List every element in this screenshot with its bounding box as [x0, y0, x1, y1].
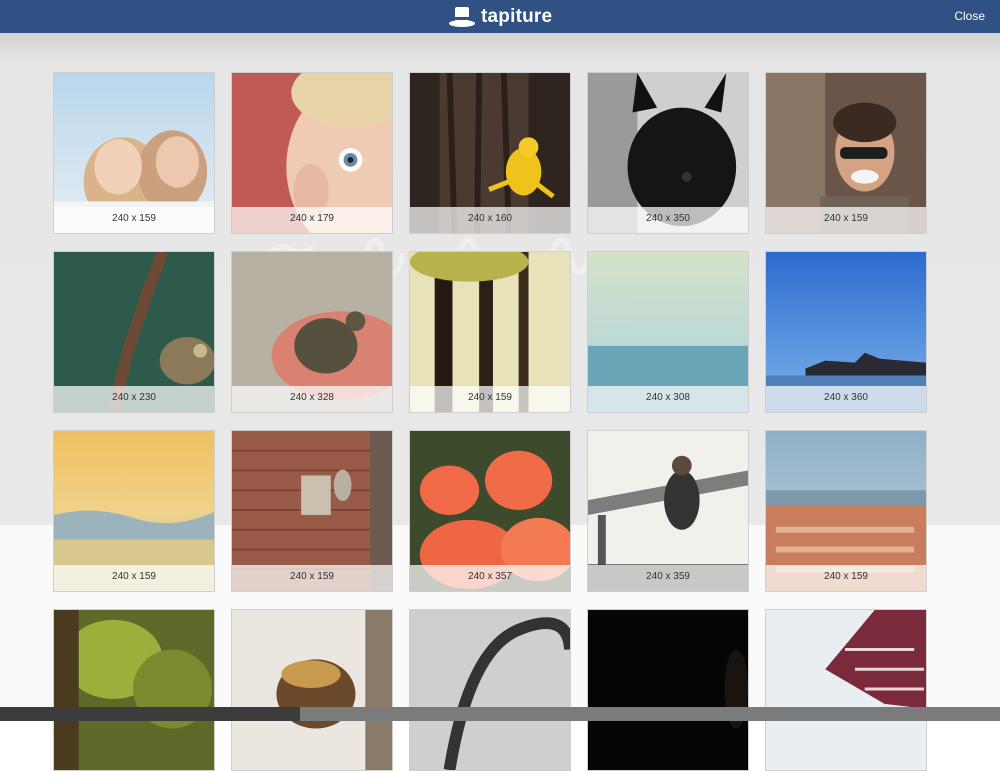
- image-thumbnail[interactable]: 240 x 359: [587, 430, 749, 592]
- top-bar: tapiture Close: [0, 0, 1000, 33]
- image-dimensions: 240 x 308: [588, 386, 748, 412]
- image-dimensions: 240 x 360: [766, 386, 926, 412]
- image-dimensions: 240 x 350: [588, 207, 748, 233]
- image-dimensions: 240 x 359: [588, 565, 748, 591]
- image-thumbnail[interactable]: [409, 609, 571, 771]
- horizontal-scrollbar[interactable]: [0, 707, 1000, 721]
- image-thumbnail[interactable]: 240 x 308: [587, 251, 749, 413]
- image-dimensions: 240 x 179: [232, 207, 392, 233]
- image-dimensions: 240 x 357: [410, 565, 570, 591]
- image-dimensions: 240 x 159: [232, 565, 392, 591]
- image-thumbnail[interactable]: 240 x 357: [409, 430, 571, 592]
- brand-logo[interactable]: tapiture: [448, 4, 552, 30]
- thumbnail-image: [410, 610, 570, 770]
- image-thumbnail[interactable]: 240 x 350: [587, 72, 749, 234]
- close-button[interactable]: Close: [954, 9, 985, 23]
- image-thumbnail[interactable]: [587, 609, 749, 771]
- image-dimensions: 240 x 159: [766, 565, 926, 591]
- image-thumbnail[interactable]: 240 x 230: [53, 251, 215, 413]
- thumbnail-image: [588, 610, 748, 770]
- image-thumbnail[interactable]: 240 x 159: [765, 430, 927, 592]
- top-hat-icon: [449, 7, 475, 27]
- image-thumbnail[interactable]: 240 x 159: [231, 430, 393, 592]
- image-thumbnail[interactable]: 240 x 159: [53, 430, 215, 592]
- image-dimensions: 240 x 159: [54, 207, 214, 233]
- image-dimensions: 240 x 159: [766, 207, 926, 233]
- image-dimensions: 240 x 160: [410, 207, 570, 233]
- image-thumbnail[interactable]: [765, 609, 927, 771]
- image-thumbnail[interactable]: [53, 609, 215, 771]
- image-dimensions: 240 x 159: [410, 386, 570, 412]
- image-thumbnail[interactable]: 240 x 160: [409, 72, 571, 234]
- image-thumbnail[interactable]: 240 x 328: [231, 251, 393, 413]
- thumbnail-image: [232, 610, 392, 770]
- image-thumbnail[interactable]: 240 x 159: [409, 251, 571, 413]
- brand-name: tapiture: [481, 6, 553, 27]
- image-dimensions: 240 x 328: [232, 386, 392, 412]
- image-thumbnail[interactable]: [231, 609, 393, 771]
- image-thumbnail[interactable]: 240 x 159: [765, 72, 927, 234]
- image-dimensions: 240 x 230: [54, 386, 214, 412]
- image-thumbnail[interactable]: 240 x 179: [231, 72, 393, 234]
- thumbnail-image: [766, 610, 926, 770]
- thumbnail-image: [54, 610, 214, 770]
- image-dimensions: 240 x 159: [54, 565, 214, 591]
- scrollbar-thumb[interactable]: [0, 707, 300, 721]
- image-thumbnail[interactable]: 240 x 159: [53, 72, 215, 234]
- image-thumbnail[interactable]: 240 x 360: [765, 251, 927, 413]
